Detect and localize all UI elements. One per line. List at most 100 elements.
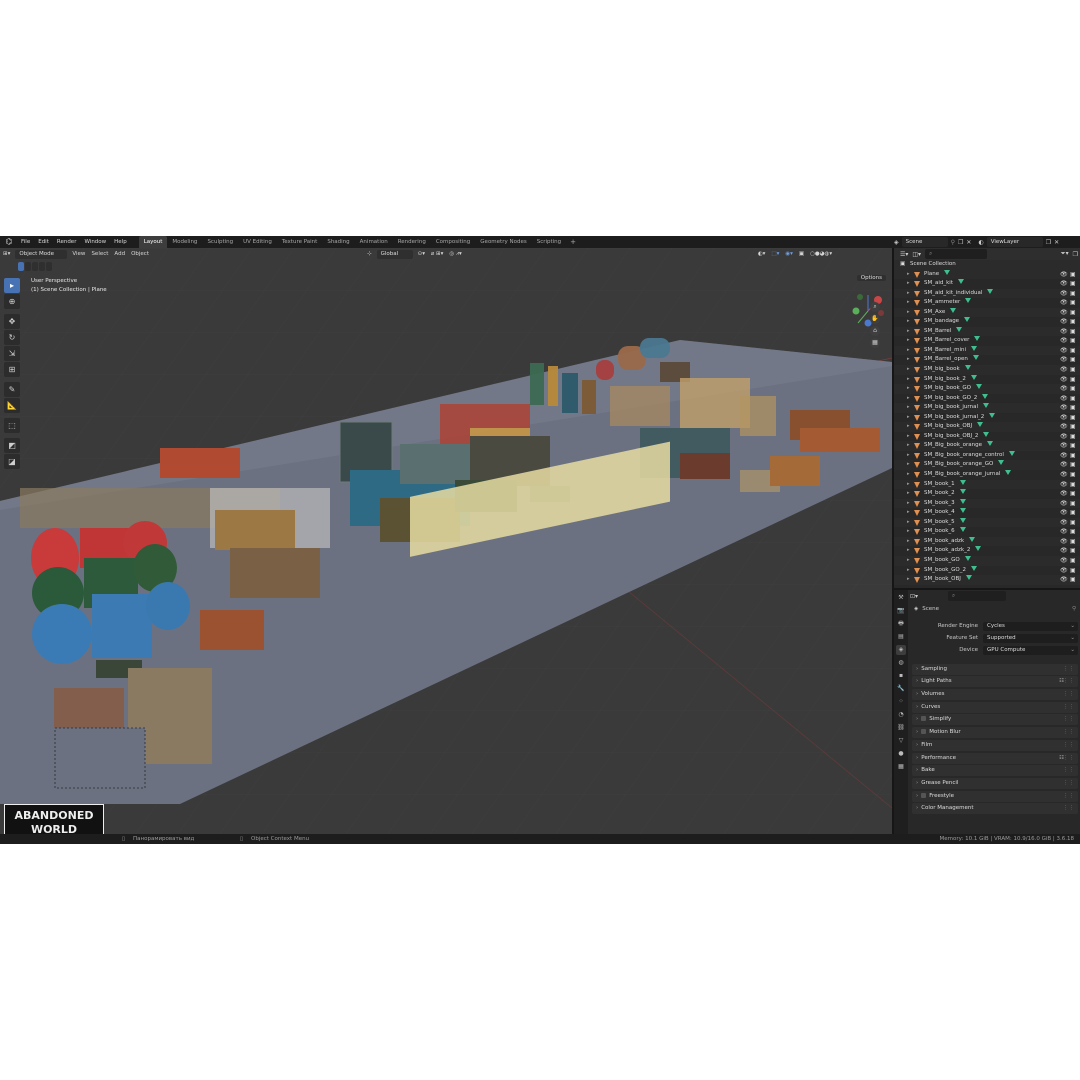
add-cube-tool-icon[interactable]: ⬚ <box>4 418 20 433</box>
eye-icon[interactable]: 👁 <box>1060 518 1068 528</box>
panel-curves[interactable]: › Curves ⋮⋮ <box>912 701 1078 713</box>
outliner-item[interactable]: ▸ SM_Barrel_cover 👁 ▣ <box>894 336 1080 346</box>
eye-icon[interactable]: 👁 <box>1060 451 1068 461</box>
eye-icon[interactable]: 👁 <box>1060 365 1068 375</box>
delete-scene-icon[interactable]: ✕ <box>966 239 971 246</box>
outliner-item[interactable]: ▸ SM_book_5 👁 ▣ <box>894 517 1080 528</box>
workspace-tab-animation[interactable]: Animation <box>355 236 393 248</box>
tool-tab-icon[interactable]: ⚒ <box>896 593 906 603</box>
render-camera-icon[interactable]: ▣ <box>1070 413 1076 423</box>
measure-tool-icon[interactable]: 📐 <box>4 398 20 413</box>
render-camera-icon[interactable]: ▣ <box>1070 566 1076 576</box>
menu-file[interactable]: File <box>17 236 34 248</box>
outliner-item[interactable]: ▸ SM_book_adzk 👁 ▣ <box>894 536 1080 547</box>
scale-tool-icon[interactable]: ⇲ <box>4 346 20 361</box>
data-tab-icon[interactable]: ▽ <box>896 736 906 746</box>
viewport-menu-select[interactable]: Select <box>88 248 111 261</box>
pin-icon[interactable]: ⚲ <box>951 239 955 246</box>
panel-volumes[interactable]: › Volumes ⋮⋮ <box>912 689 1078 701</box>
xray-icon[interactable]: ▣ <box>796 248 807 261</box>
scene-field[interactable]: Scene <box>901 237 948 247</box>
drag-handle-icon[interactable]: ⋮⋮ <box>1063 727 1074 738</box>
proportional-edit-icon[interactable]: ◎ ⩘▾ <box>446 248 464 261</box>
new-scene-icon[interactable]: ❐ <box>958 239 963 246</box>
select-extend-icon[interactable] <box>25 262 31 271</box>
panel-checkbox[interactable] <box>921 792 927 798</box>
expand-arrow-icon[interactable]: ▸ <box>907 413 910 423</box>
cursor-tool-icon[interactable]: ⊕ <box>4 294 20 309</box>
render-camera-icon[interactable]: ▣ <box>1070 308 1076 318</box>
eye-icon[interactable]: 👁 <box>1060 375 1068 385</box>
outliner-item[interactable]: ▸ SM_bandage 👁 ▣ <box>894 317 1080 327</box>
workspace-tab-rendering[interactable]: Rendering <box>393 236 431 248</box>
render-camera-icon[interactable]: ▣ <box>1070 355 1076 365</box>
render-camera-icon[interactable]: ▣ <box>1070 365 1076 375</box>
outliner-item[interactable]: ▸ SM_aid_kit 👁 ▣ <box>894 279 1080 289</box>
eye-icon[interactable]: 👁 <box>1060 575 1068 585</box>
menu-edit[interactable]: Edit <box>34 236 53 248</box>
render-camera-icon[interactable]: ▣ <box>1070 375 1076 385</box>
workspace-tab-shading[interactable]: Shading <box>322 236 354 248</box>
snap-icon[interactable]: ⌀ ⊞▾ <box>428 248 446 261</box>
expand-arrow-icon[interactable]: ▸ <box>907 308 910 318</box>
eye-icon[interactable]: 👁 <box>1060 403 1068 413</box>
workspace-tab-scripting[interactable]: Scripting <box>532 236 566 248</box>
eye-icon[interactable]: 👁 <box>1060 489 1068 499</box>
outliner-item[interactable]: ▸ SM_big_book_OBJ_2 👁 ▣ <box>894 431 1080 442</box>
expand-arrow-icon[interactable]: ▸ <box>907 365 910 375</box>
panel-performance[interactable]: › Performance ☷ ⋮⋮ <box>912 752 1078 764</box>
expand-arrow-icon[interactable]: ▸ <box>907 499 910 509</box>
delete-view-layer-icon[interactable]: ✕ <box>1054 239 1059 246</box>
render-camera-icon[interactable]: ▣ <box>1070 460 1076 470</box>
outliner-item[interactable]: ▸ SM_book_GO_2 👁 ▣ <box>894 565 1080 576</box>
eye-icon[interactable]: 👁 <box>1060 270 1068 280</box>
outliner-item[interactable]: ▸ SM_Big_book_orange_GO 👁 ▣ <box>894 460 1080 471</box>
eye-icon[interactable]: 👁 <box>1060 317 1068 327</box>
annotate-tool-icon[interactable]: ✎ <box>4 382 20 397</box>
expand-arrow-icon[interactable]: ▸ <box>907 384 910 394</box>
eye-icon[interactable]: 👁 <box>1060 413 1068 423</box>
workspace-tab-geometry-nodes[interactable]: Geometry Nodes <box>475 236 531 248</box>
render-camera-icon[interactable]: ▣ <box>1070 346 1076 356</box>
outliner-item[interactable]: ▸ SM_Barrel_open 👁 ▣ <box>894 355 1080 365</box>
workspace-tab-modeling[interactable]: Modeling <box>167 236 202 248</box>
expand-arrow-icon[interactable]: ▸ <box>907 460 910 470</box>
eye-icon[interactable]: 👁 <box>1060 460 1068 470</box>
add-workspace-icon[interactable]: + <box>566 238 580 246</box>
render-camera-icon[interactable]: ▣ <box>1070 499 1076 509</box>
outliner-item[interactable]: ▸ SM_Axe 👁 ▣ <box>894 307 1080 318</box>
expand-arrow-icon[interactable]: ▸ <box>907 441 910 451</box>
expand-arrow-icon[interactable]: ▸ <box>907 317 910 327</box>
render-camera-icon[interactable]: ▣ <box>1070 556 1076 566</box>
eye-icon[interactable]: 👁 <box>1060 384 1068 394</box>
properties-editor-type-icon[interactable]: ⊡▾ <box>910 593 918 600</box>
workspace-tab-compositing[interactable]: Compositing <box>431 236 475 248</box>
expand-arrow-icon[interactable]: ▸ <box>907 279 910 289</box>
device-dropdown[interactable]: GPU Compute ⌄ <box>983 645 1078 655</box>
expand-arrow-icon[interactable]: ▸ <box>907 298 910 308</box>
expand-arrow-icon[interactable]: ▸ <box>907 556 910 566</box>
render-camera-icon[interactable]: ▣ <box>1070 508 1076 518</box>
object-tab-icon[interactable]: ▪ <box>896 671 906 681</box>
select-box-tool-icon[interactable]: ▸ <box>4 278 20 293</box>
workspace-tab-uv-editing[interactable]: UV Editing <box>238 236 277 248</box>
panel-simplify[interactable]: › Simplify ⋮⋮ <box>912 714 1078 726</box>
expand-arrow-icon[interactable]: ▸ <box>907 327 910 337</box>
panel-motion-blur[interactable]: › Motion Blur ⋮⋮ <box>912 727 1078 739</box>
render-camera-icon[interactable]: ▣ <box>1070 384 1076 394</box>
outliner-item[interactable]: ▸ SM_big_book_2 👁 ▣ <box>894 374 1080 385</box>
expand-arrow-icon[interactable]: ▸ <box>907 451 910 461</box>
render-camera-icon[interactable]: ▣ <box>1070 403 1076 413</box>
output-tab-icon[interactable]: 🖶 <box>896 619 906 629</box>
pan-hand-icon[interactable]: ✋ <box>870 314 880 324</box>
select-subtract-icon[interactable] <box>32 262 38 271</box>
render-camera-icon[interactable]: ▣ <box>1070 527 1076 537</box>
view-layer-tab-icon[interactable]: ▤ <box>896 632 906 642</box>
render-camera-icon[interactable]: ▣ <box>1070 451 1076 461</box>
visibility-icon[interactable]: ◐▾ <box>755 248 769 261</box>
options-dropdown[interactable]: Options <box>855 274 888 283</box>
expand-arrow-icon[interactable]: ▸ <box>907 336 910 346</box>
eye-icon[interactable]: 👁 <box>1060 470 1068 480</box>
outliner-item[interactable]: ▸ SM_book_2 👁 ▣ <box>894 489 1080 499</box>
eye-icon[interactable]: 👁 <box>1060 308 1068 318</box>
